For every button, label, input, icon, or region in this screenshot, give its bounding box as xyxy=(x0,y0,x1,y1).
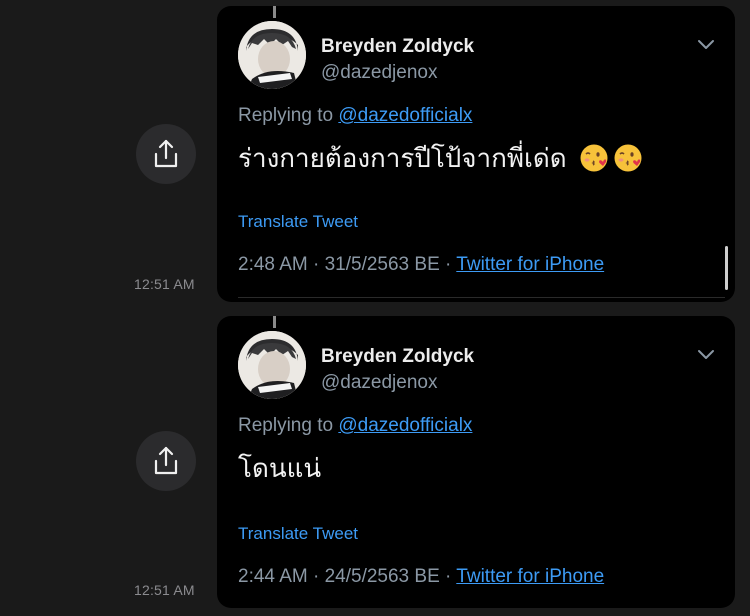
translate-tweet-link[interactable]: Translate Tweet xyxy=(238,524,358,544)
avatar[interactable] xyxy=(238,21,306,89)
thread-line xyxy=(273,6,276,18)
replying-to: Replying to @dazedofficialx xyxy=(238,415,472,437)
tweet-text: โดนแน่ xyxy=(238,452,321,486)
replying-to: Replying to @dazedofficialx xyxy=(238,105,472,127)
author-handle[interactable]: @dazedjenox xyxy=(321,62,437,84)
scrollbar[interactable] xyxy=(725,246,728,290)
tweet-meta: 2:44 AM · 24/5/2563 BE · Twitter for iPh… xyxy=(238,566,604,588)
tweet-time-date: 2:48 AM · 31/5/2563 BE · xyxy=(238,254,457,275)
replying-to-link[interactable]: @dazedofficialx xyxy=(338,415,472,436)
tweet-text: ร่างกายต้องการปีโป้จากพี่เด่ด xyxy=(238,142,643,176)
tweet-source-link[interactable]: Twitter for iPhone xyxy=(456,566,604,587)
translate-tweet-link[interactable]: Translate Tweet xyxy=(238,212,358,232)
share-icon xyxy=(154,139,178,168)
chat-screen: 12:51 AM Breyden Zoldyck @dazedjenox Rep… xyxy=(0,0,750,616)
message-timestamp: 12:51 AM xyxy=(134,582,195,598)
tweet-card[interactable]: Breyden Zoldyck @dazedjenox Replying to … xyxy=(217,6,735,302)
replying-prefix: Replying to xyxy=(238,105,334,126)
author-handle[interactable]: @dazedjenox xyxy=(321,372,437,394)
chevron-down-icon[interactable] xyxy=(697,39,715,51)
divider xyxy=(238,297,725,298)
tweet-meta: 2:48 AM · 31/5/2563 BE · Twitter for iPh… xyxy=(238,254,604,276)
replying-to-link[interactable]: @dazedofficialx xyxy=(338,105,472,126)
avatar[interactable] xyxy=(238,331,306,399)
kissing-face-with-heart-emoji xyxy=(614,144,642,172)
share-button[interactable] xyxy=(136,431,196,491)
thread-line xyxy=(273,316,276,328)
share-button[interactable] xyxy=(136,124,196,184)
tweet-card[interactable]: Breyden Zoldyck @dazedjenox Replying to … xyxy=(217,316,735,608)
share-icon xyxy=(154,446,178,475)
tweet-body: โดนแน่ xyxy=(238,454,322,484)
chevron-down-icon[interactable] xyxy=(697,349,715,361)
tweet-source-link[interactable]: Twitter for iPhone xyxy=(456,254,604,275)
author-name[interactable]: Breyden Zoldyck xyxy=(321,346,474,368)
tweet-body: ร่างกายต้องการปีโป้จากพี่เด่ด xyxy=(238,144,567,174)
replying-prefix: Replying to xyxy=(238,415,334,436)
kissing-face-with-heart-emoji xyxy=(580,144,608,172)
message-timestamp: 12:51 AM xyxy=(134,276,195,292)
tweet-time-date: 2:44 AM · 24/5/2563 BE · xyxy=(238,566,457,587)
author-name[interactable]: Breyden Zoldyck xyxy=(321,36,474,58)
